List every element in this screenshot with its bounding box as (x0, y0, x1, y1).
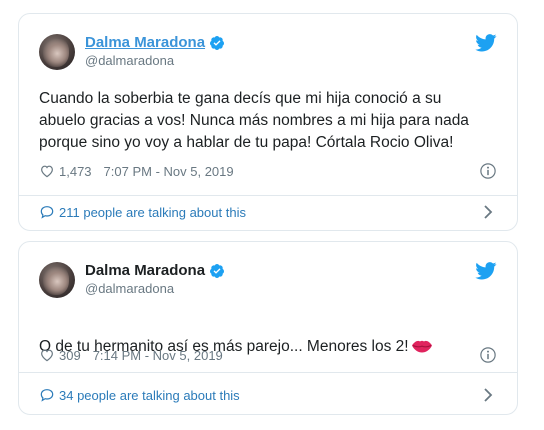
tweet-meta: 1,473 7:07 PM - Nov 5, 2019 (39, 161, 497, 181)
like-count[interactable]: 309 (59, 348, 81, 363)
heart-icon[interactable] (39, 347, 55, 363)
tweet-timestamp[interactable]: 7:07 PM - Nov 5, 2019 (104, 164, 234, 179)
author-handle[interactable]: @dalmaradona (85, 281, 174, 297)
verified-badge-icon (210, 36, 225, 50)
author-name-row[interactable]: Dalma Maradona (85, 34, 225, 52)
tweet-text: Cuando la soberbia te gana decís que mi … (39, 90, 469, 151)
tweet-header: Dalma Maradona @dalmaradona (39, 34, 497, 70)
divider (19, 372, 517, 373)
heart-icon[interactable] (39, 163, 55, 179)
conversation-link[interactable]: 211 people are talking about this (39, 202, 497, 222)
author-handle[interactable]: @dalmaradona (85, 53, 174, 69)
avatar[interactable] (39, 262, 75, 298)
speech-bubble-icon (40, 206, 54, 219)
tweet-timestamp[interactable]: 7:14 PM - Nov 5, 2019 (93, 348, 223, 363)
tweet-meta: 309 7:14 PM - Nov 5, 2019 (39, 345, 497, 365)
conversation-link[interactable]: 34 people are talking about this (39, 385, 497, 405)
conversation-count[interactable]: 211 people are talking about this (59, 205, 246, 220)
tweet-header: Dalma Maradona @dalmaradona (39, 262, 497, 298)
speech-bubble-icon (40, 389, 54, 402)
avatar[interactable] (39, 34, 75, 70)
author-display-name[interactable]: Dalma Maradona (85, 262, 205, 280)
author-display-name[interactable]: Dalma Maradona (85, 34, 205, 52)
chevron-right-icon[interactable] (481, 204, 495, 220)
like-count[interactable]: 1,473 (59, 164, 92, 179)
divider (19, 195, 517, 196)
tweet-card[interactable]: Dalma Maradona @dalmaradona O de tu herm… (18, 241, 518, 415)
verified-badge-icon (210, 264, 225, 278)
tweet-card[interactable]: Dalma Maradona @dalmaradona Cuando la so… (18, 13, 518, 231)
conversation-count[interactable]: 34 people are talking about this (59, 388, 240, 403)
author-name-row[interactable]: Dalma Maradona (85, 262, 225, 280)
chevron-right-icon[interactable] (481, 387, 495, 403)
info-icon[interactable] (479, 346, 497, 364)
twitter-bird-icon[interactable] (475, 262, 497, 280)
twitter-bird-icon[interactable] (475, 34, 497, 52)
info-icon[interactable] (479, 162, 497, 180)
